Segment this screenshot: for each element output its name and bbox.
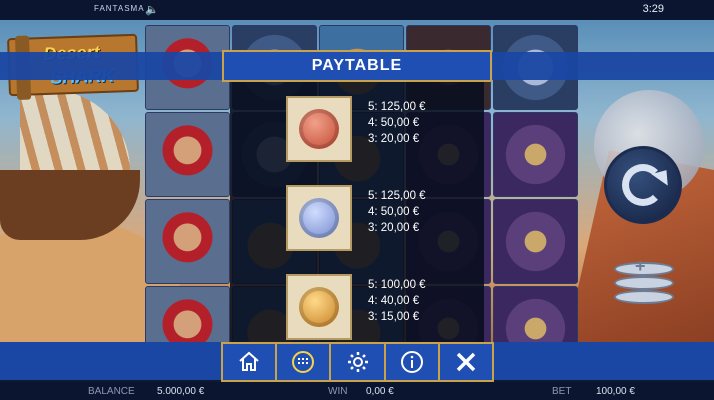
balance-label: BALANCE (88, 386, 135, 397)
paytable-title: PAYTABLE (311, 57, 403, 74)
speaker-icon[interactable]: 🔈 (145, 3, 159, 16)
paytable-header: PAYTABLE (222, 50, 492, 82)
payout-line: 5: 125,00 € (368, 190, 426, 202)
payout-line: 3: 15,00 € (368, 311, 420, 323)
blue-coin-icon (286, 185, 352, 251)
grid-button[interactable] (277, 344, 332, 380)
gear-icon (347, 352, 368, 372)
reel-cell (145, 199, 230, 284)
ship-sail (20, 90, 130, 180)
balance-value: 5.000,00 € (157, 386, 205, 397)
spin-button[interactable] (604, 146, 682, 224)
red-coin-icon (286, 96, 352, 162)
win-label: WIN (328, 386, 348, 397)
paytable-panel: 5: 125,00 € 4: 50,00 € 3: 20,00 € 5: 125… (230, 82, 484, 342)
close-icon (456, 352, 476, 372)
paytable-row: 5: 125,00 € 4: 50,00 € 3: 20,00 € (286, 96, 486, 164)
payout-line: 4: 50,00 € (368, 206, 420, 218)
bottom-menu (221, 342, 494, 382)
settings-button[interactable] (331, 344, 386, 380)
payout-line: 3: 20,00 € (368, 222, 420, 234)
footer-bar: BALANCE 5.000,00 € WIN 0,00 € BET 100,00… (0, 382, 714, 400)
payout-list: 5: 125,00 € 4: 50,00 € 3: 20,00 € (368, 188, 426, 236)
payout-line: 4: 50,00 € (368, 117, 420, 129)
bet-value: 100,00 € (596, 386, 635, 397)
brand-label: FANTASMA (94, 4, 145, 13)
bet-stack-button[interactable]: + (614, 250, 674, 306)
reel-cell (493, 199, 578, 284)
status-bar: FANTASMA 🔈 3:29 (0, 0, 714, 20)
home-icon (239, 351, 259, 371)
payout-line: 5: 100,00 € (368, 279, 426, 291)
bet-label: BET (552, 386, 572, 397)
chip-icon (614, 290, 674, 304)
paytable-row: 5: 125,00 € 4: 50,00 € 3: 20,00 € (286, 185, 486, 253)
chip-icon (614, 276, 674, 290)
payout-list: 5: 125,00 € 4: 50,00 € 3: 20,00 € (368, 99, 426, 147)
home-button[interactable] (223, 344, 278, 380)
gold-coin-icon (286, 274, 352, 340)
plus-icon: + (635, 256, 646, 276)
win-value: 0,00 € (366, 386, 394, 397)
payout-line: 4: 40,00 € (368, 295, 420, 307)
grid-icon (292, 351, 315, 373)
payout-list: 5: 100,00 € 4: 40,00 € 3: 15,00 € (368, 277, 426, 325)
payout-line: 5: 125,00 € (368, 101, 426, 113)
payout-line: 3: 20,00 € (368, 133, 420, 145)
close-button[interactable] (440, 344, 492, 380)
info-icon (400, 351, 423, 373)
reel-cell (493, 112, 578, 197)
clock: 3:29 (642, 3, 664, 15)
info-button[interactable] (386, 344, 440, 380)
paytable-row: 5: 100,00 € 4: 40,00 € 3: 15,00 € (286, 274, 486, 342)
reel-cell (145, 112, 230, 197)
